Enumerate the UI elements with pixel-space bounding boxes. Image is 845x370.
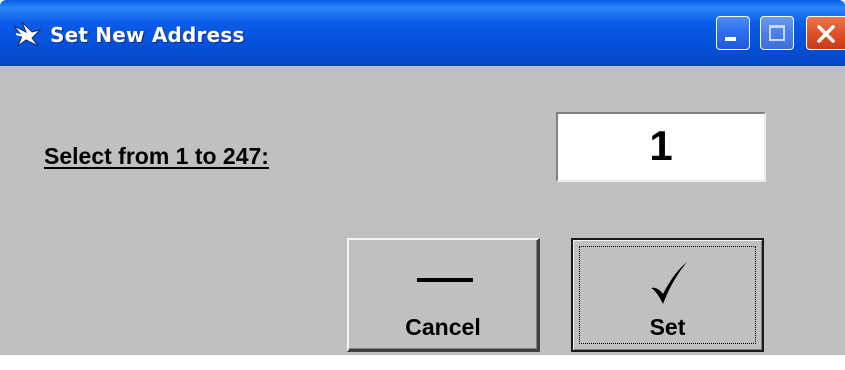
cancel-button-label: Cancel [405,314,481,340]
address-value-field[interactable]: 1 [556,112,766,182]
dialog-window: Set New Address Select from 1 to 247: 1 … [0,0,845,370]
maximize-button[interactable] [760,16,794,50]
window-title: Set New Address [50,23,245,47]
window-bottom-edge [0,355,845,370]
app-icon [13,21,42,48]
close-icon [817,25,835,43]
cancel-button[interactable]: Cancel [347,238,540,352]
close-button[interactable] [806,16,845,50]
set-button[interactable]: Set [571,238,764,352]
set-button-label: Set [649,314,686,340]
title-bar[interactable]: Set New Address [0,0,845,66]
dash-icon [417,278,473,282]
address-range-label: Select from 1 to 247: [44,143,269,169]
checkmark-icon [651,262,687,304]
maximize-icon [769,25,785,41]
minimize-button[interactable] [716,16,750,50]
minimize-icon [725,37,736,41]
